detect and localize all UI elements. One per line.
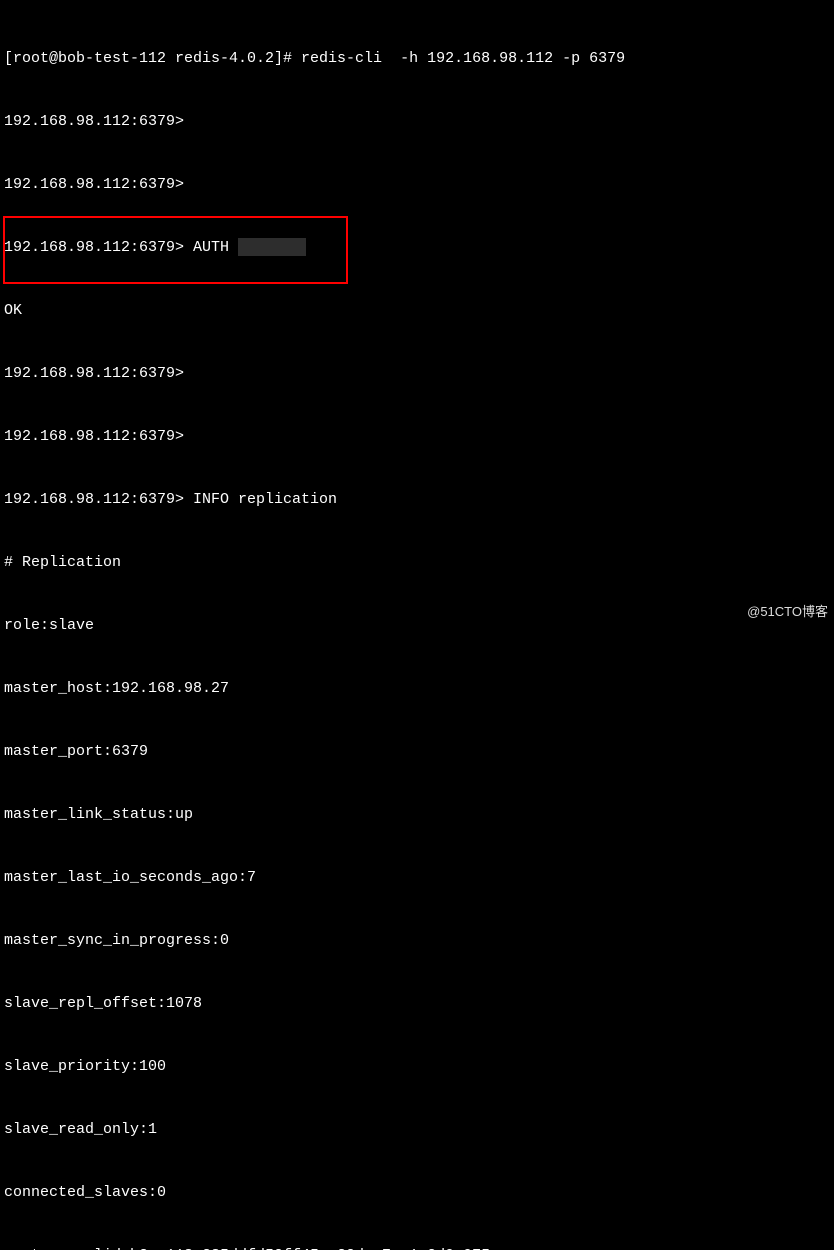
master-link-status-line: master_link_status:up <box>4 804 830 825</box>
redis-prompt: 192.168.98.112:6379> <box>4 111 830 132</box>
terminal-output[interactable]: [root@bob-test-112 redis-4.0.2]# redis-c… <box>4 6 830 1250</box>
watermark: @51CTO博客 <box>747 603 828 621</box>
slave-repl-offset-line: slave_repl_offset:1078 <box>4 993 830 1014</box>
redis-auth-line: 192.168.98.112:6379> AUTH <box>4 237 830 258</box>
redis-prompt: 192.168.98.112:6379> <box>4 426 830 447</box>
replication-header: # Replication <box>4 552 830 573</box>
slave-read-only-line: slave_read_only:1 <box>4 1119 830 1140</box>
info-replication-cmd: 192.168.98.112:6379> INFO replication <box>4 489 830 510</box>
master-last-io-line: master_last_io_seconds_ago:7 <box>4 867 830 888</box>
redis-prompt: 192.168.98.112:6379> <box>4 363 830 384</box>
auth-ok: OK <box>4 300 830 321</box>
master-sync-progress-line: master_sync_in_progress:0 <box>4 930 830 951</box>
redacted-password <box>238 238 306 256</box>
shell-command-line: [root@bob-test-112 redis-4.0.2]# redis-c… <box>4 48 830 69</box>
connected-slaves-line: connected_slaves:0 <box>4 1182 830 1203</box>
master-host-line: master_host:192.168.98.27 <box>4 678 830 699</box>
slave-priority-line: slave_priority:100 <box>4 1056 830 1077</box>
master-replid-line: master_replid:b3cc118c385ddfd52ff45ea32d… <box>4 1245 830 1250</box>
master-port-line: master_port:6379 <box>4 741 830 762</box>
role-line: role:slave <box>4 615 830 636</box>
redis-prompt: 192.168.98.112:6379> <box>4 174 830 195</box>
